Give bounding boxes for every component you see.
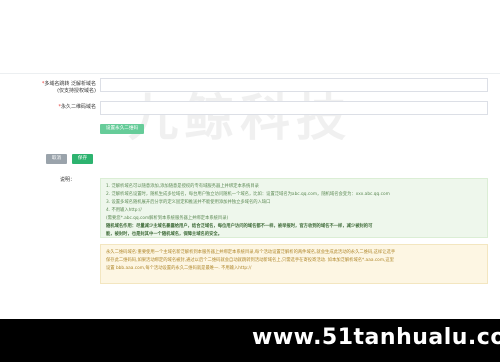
multi-domain-label-line2: (仅支持授权域名) — [57, 88, 96, 94]
bottom-banner: www.51tanhualu.com — [0, 319, 500, 362]
cancel-button[interactable]: 取消 — [46, 154, 67, 164]
notes-yellow-box: 永久二维码域名:重要使用一个主域名新泛解析到本服务器上并绑定本系统目录,每个活动… — [100, 244, 488, 284]
note-bold-line: 随机域名作用：尽量减少主域名暴露给用户，结合泛域名，每位用户访问的域名都不一样，… — [106, 224, 373, 229]
multi-domain-input[interactable] — [100, 78, 488, 92]
multi-domain-label-line1: 多域名跳转 泛解析域名 — [44, 81, 96, 87]
note-line: 3. 设置多域名随机展开后分享的定义固定和推送并不能使用添加并独立多域名的入缺口 — [106, 200, 271, 205]
note-line: (需要您*.abc.qq.com解析到本系统服务器上并绑定本系统目录) — [106, 216, 229, 221]
note-line: 2. 泛解析域名设置时，随机生成多位域名，每台用户独立访问随机一个域名，比如：设… — [106, 192, 390, 197]
note-bold-line: 能，被封时，也是封其中一个随机域名，保障主域名的安全。 — [106, 232, 223, 237]
description-label: 说明： — [60, 177, 76, 183]
permanent-qr-domain-input[interactable] — [100, 101, 488, 115]
note-line: 设置 bbb.aaa.com,每个活动设置的永久二维码就是最唯一. 不用输入ht… — [106, 266, 252, 271]
save-button[interactable]: 保存 — [72, 154, 93, 164]
banner-url: www.51tanhualu.com — [252, 325, 500, 350]
multi-domain-label: *多域名跳转 泛解析域名 (仅支持授权域名) — [0, 81, 96, 95]
top-divider — [0, 73, 500, 74]
set-permanent-qr-button[interactable]: 设置永久二维码 — [100, 124, 144, 134]
permanent-qr-domain-label-text: 永久二维码域名 — [60, 104, 96, 110]
note-line: 1. 泛解析域名可以随意添加,添加随意是授权的专有域服务器上并绑定本系统目录 — [106, 184, 259, 189]
note-line: 保存此二维码码,如果活动绑定的域名被封,通过以后个二维码就会自动就跳转到活动新域… — [106, 258, 394, 263]
permanent-qr-domain-label: *永久二维码域名 — [0, 104, 96, 111]
note-line: 4. 不用输入http:// — [106, 208, 142, 213]
settings-page: 九鲸科技 *多域名跳转 泛解析域名 (仅支持授权域名) *永久二维码域名 设置永… — [0, 0, 500, 362]
note-line: 永久二维码域名:重要使用一个主域名新泛解析到本服务器上并绑定本系统目录,每个活动… — [106, 250, 396, 255]
notes-green-box: 1. 泛解析域名可以随意添加,添加随意是授权的专有域服务器上并绑定本系统目录 2… — [100, 178, 488, 238]
